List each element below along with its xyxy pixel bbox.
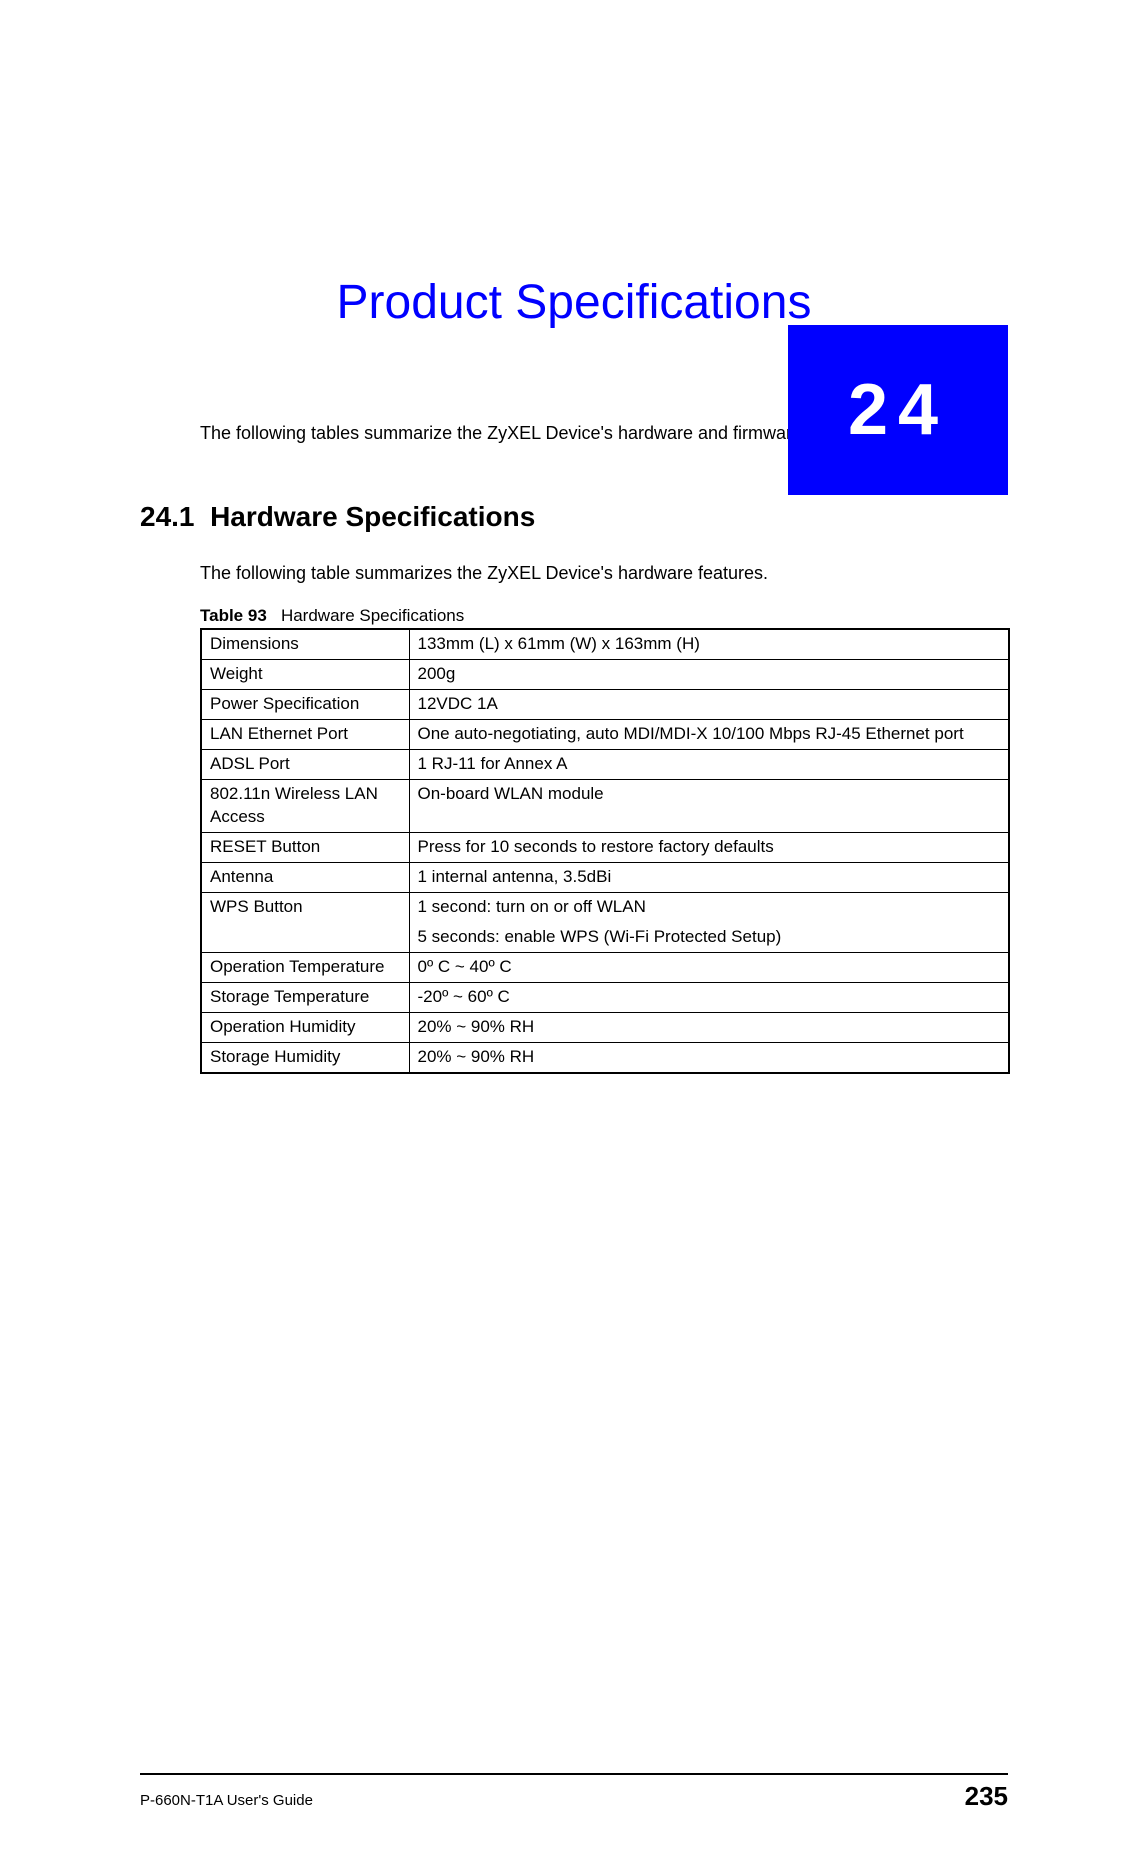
table-row: Storage Temperature-20º ~ 60º C: [201, 983, 1009, 1013]
table-caption-label: Table 93: [200, 606, 267, 625]
spec-value-line: 1 second: turn on or off WLAN: [418, 896, 1001, 919]
spec-label: Operation Temperature: [201, 953, 409, 983]
table-row: WPS Button 1 second: turn on or off WLAN 5…: [201, 892, 1009, 953]
chapter-number-text: 24: [848, 369, 948, 451]
spec-label: 802.11n Wireless LAN Access: [201, 779, 409, 832]
section-number: 24.1: [140, 501, 195, 532]
spec-label: Storage Humidity: [201, 1043, 409, 1073]
spec-value: 20% ~ 90% RH: [409, 1043, 1009, 1073]
spec-label: WPS Button: [201, 892, 409, 953]
spec-value: One auto-negotiating, auto MDI/MDI-X 10/…: [409, 719, 1009, 749]
section-title: Hardware Specifications: [210, 501, 535, 532]
chapter-title: Product Specifications: [140, 275, 1008, 330]
spec-value-line: 5 seconds: enable WPS (Wi-Fi Protected S…: [418, 926, 1001, 949]
table-row: Power Specification12VDC 1A: [201, 689, 1009, 719]
spec-value: 1 RJ-11 for Annex A: [409, 749, 1009, 779]
table-row: ADSL Port1 RJ-11 for Annex A: [201, 749, 1009, 779]
table-row: RESET ButtonPress for 10 seconds to rest…: [201, 832, 1009, 862]
spec-label: Dimensions: [201, 629, 409, 659]
table-row: Operation Humidity20% ~ 90% RH: [201, 1013, 1009, 1043]
spec-label: ADSL Port: [201, 749, 409, 779]
spec-label: LAN Ethernet Port: [201, 719, 409, 749]
spec-label: Antenna: [201, 862, 409, 892]
spec-value: Press for 10 seconds to restore factory …: [409, 832, 1009, 862]
table-row: LAN Ethernet PortOne auto-negotiating, a…: [201, 719, 1009, 749]
spec-value: 20% ~ 90% RH: [409, 1013, 1009, 1043]
spec-label: Power Specification: [201, 689, 409, 719]
spec-value: 1 second: turn on or off WLAN 5 seconds: …: [409, 892, 1009, 953]
spec-value: 200g: [409, 660, 1009, 690]
spec-value: 0º C ~ 40º C: [409, 953, 1009, 983]
table-row: Operation Temperature0º C ~ 40º C: [201, 953, 1009, 983]
page-footer: P-660N-T1A User's Guide 235: [140, 1773, 1008, 1812]
section-intro-text: The following table summarizes the ZyXEL…: [200, 563, 1008, 584]
footer-guide-name: P-660N-T1A User's Guide: [140, 1792, 313, 1809]
spec-table: Dimensions133mm (L) x 61mm (W) x 163mm (…: [200, 628, 1010, 1074]
spec-value: -20º ~ 60º C: [409, 983, 1009, 1013]
table-row: Storage Humidity20% ~ 90% RH: [201, 1043, 1009, 1073]
spec-label: Operation Humidity: [201, 1013, 409, 1043]
footer-page-number: 235: [965, 1781, 1008, 1812]
table-row: Dimensions133mm (L) x 61mm (W) x 163mm (…: [201, 629, 1009, 659]
table-row: Weight200g: [201, 660, 1009, 690]
chapter-number: 24: [848, 369, 948, 451]
table-caption: Table 93 Hardware Specifications: [200, 606, 1008, 626]
chapter-badge: 24: [788, 325, 1008, 495]
page-container: 24 Product Specifications The following …: [0, 275, 1128, 1872]
table-caption-text: Hardware Specifications: [281, 606, 464, 625]
table-row: Antenna1 internal antenna, 3.5dBi: [201, 862, 1009, 892]
spec-value: 1 internal antenna, 3.5dBi: [409, 862, 1009, 892]
spec-value: On-board WLAN module: [409, 779, 1009, 832]
spec-table-body: Dimensions133mm (L) x 61mm (W) x 163mm (…: [201, 629, 1009, 1073]
spec-value: 12VDC 1A: [409, 689, 1009, 719]
spec-label: RESET Button: [201, 832, 409, 862]
section-heading: 24.1 Hardware Specifications: [140, 501, 1008, 533]
table-row: 802.11n Wireless LAN AccessOn-board WLAN…: [201, 779, 1009, 832]
spec-label: Weight: [201, 660, 409, 690]
spec-label: Storage Temperature: [201, 983, 409, 1013]
spec-value: 133mm (L) x 61mm (W) x 163mm (H): [409, 629, 1009, 659]
